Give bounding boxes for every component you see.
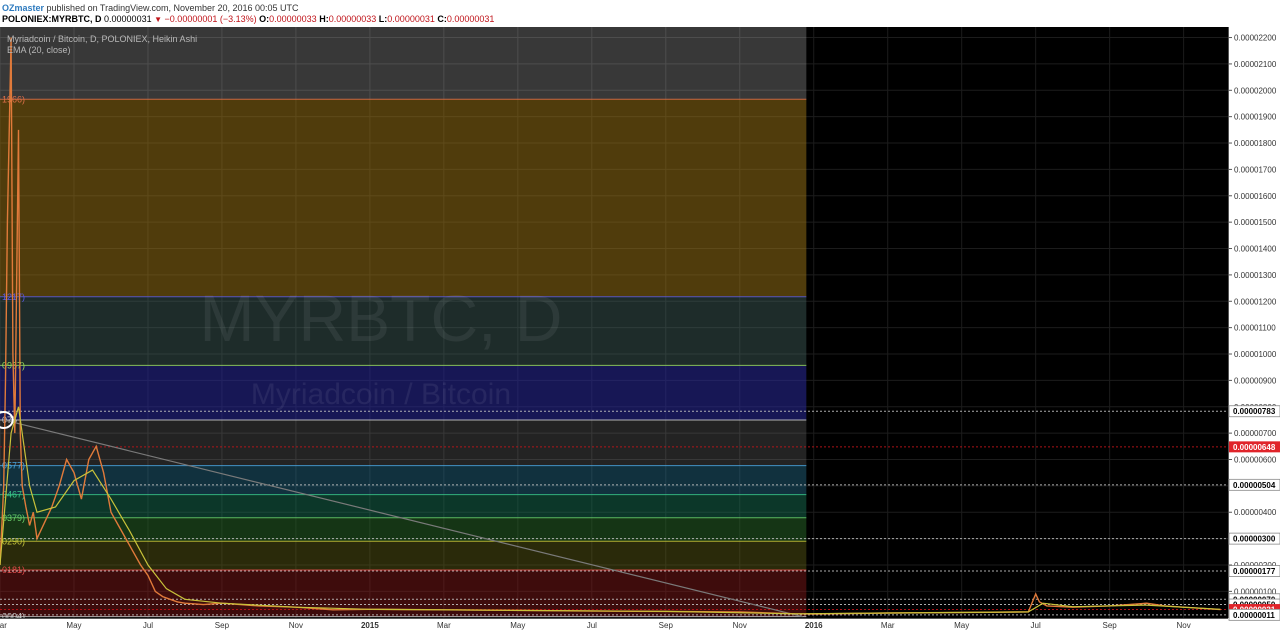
time-axis-tick-label: Sep: [1103, 621, 1118, 630]
legend-title[interactable]: Myriadcoin / Bitcoin, D, POLONIEX, Heiki…: [7, 34, 197, 45]
price-axis-tick-label: 0.00002000: [1234, 86, 1277, 95]
price-axis-tick-label: 0.00000900: [1234, 376, 1277, 385]
price-label-text: 0.00000648: [1233, 443, 1276, 452]
publish-info: published on TradingView.com, November 2…: [46, 3, 299, 13]
price-axis-tick-label: 0.00000400: [1234, 508, 1277, 517]
fib-level-label: 0290): [2, 536, 25, 546]
fib-level-label: 1966): [2, 94, 25, 104]
price-axis-tick-label: 0.00002100: [1234, 60, 1277, 69]
symbol-label: POLONIEX:MYRBTC, D: [2, 14, 102, 24]
fib-level-label: 0181): [2, 565, 25, 575]
time-axis-tick-label: 2015: [361, 621, 379, 630]
price-axis-tick-label: 0.00001200: [1234, 297, 1277, 306]
price-axis-tick-label: 0.00001000: [1234, 350, 1277, 359]
price-axis-tick-label: 0.00001100: [1234, 324, 1276, 333]
low-value: 0.00000031: [387, 14, 435, 24]
price-label-text: 0.00000011: [1233, 611, 1275, 620]
time-axis-tick-label: Sep: [659, 621, 674, 630]
time-axis-tick-label: Mar: [437, 621, 451, 630]
last-price: 0.00000031: [104, 14, 152, 24]
chart-header: OZmaster published on TradingView.com, N…: [0, 0, 1280, 27]
fib-zone: [0, 419, 807, 466]
time-axis-tick-label: May: [66, 621, 81, 630]
price-label-text: 0.00000300: [1233, 535, 1276, 544]
price-label-text: 0.00000504: [1233, 481, 1276, 490]
fib-zone: [0, 465, 807, 495]
time-axis-background: [0, 618, 1228, 631]
open-label: O:: [259, 14, 270, 24]
chart-legend: Myriadcoin / Bitcoin, D, POLONIEX, Heiki…: [7, 34, 197, 56]
time-axis-tick-label: May: [510, 621, 525, 630]
time-axis-tick-label: Nov: [1176, 621, 1190, 630]
price-axis-tick-label: 0.00001900: [1234, 113, 1277, 122]
price-axis-tick-label: 0.00000600: [1234, 456, 1277, 465]
time-axis-tick-label: Sep: [215, 621, 230, 630]
price-label-text: 0.00000783: [1233, 407, 1276, 416]
fib-zone: [0, 99, 807, 297]
time-axis-tick-label: Jul: [587, 621, 597, 630]
watermark-name: Myriadcoin / Bitcoin: [251, 378, 511, 411]
price-chart[interactable]: 1966)1217)0957)0750577)0467)0379)0290)01…: [0, 27, 1280, 631]
fib-zone: [0, 494, 807, 518]
ohlc-line: POLONIEX:MYRBTC, D 0.00000031 ▼ −0.00000…: [2, 13, 494, 26]
price-axis-tick-label: 0.00001800: [1234, 139, 1277, 148]
watermark-ticker: MYRBTC, D: [199, 281, 562, 355]
time-axis-tick-label: Mar: [0, 621, 7, 630]
close-label: C:: [437, 14, 447, 24]
fib-level-label: 0379): [2, 513, 25, 523]
high-value: 0.00000033: [328, 14, 377, 24]
fib-zone: [0, 541, 807, 571]
price-axis-tick-label: 0.00002200: [1234, 34, 1277, 43]
price-axis-tick-label: 0.00000700: [1234, 429, 1277, 438]
price-change: −0.00000001 (−3.13%): [164, 14, 257, 24]
time-axis-tick-label: Nov: [733, 621, 747, 630]
time-axis-tick-label: Jul: [143, 621, 153, 630]
price-label-text: 0.00000177: [1233, 567, 1276, 576]
close-value: 0.00000031: [446, 14, 495, 24]
author-link[interactable]: OZmaster: [2, 3, 44, 13]
price-axis-tick-label: 0.00001400: [1234, 245, 1277, 254]
price-axis-tick-label: 0.00001700: [1234, 165, 1277, 174]
chart-area[interactable]: 1966) 1217) 0957) 075 0577) 0467) 0379) 0290) 01…: [0, 27, 1280, 631]
price-axis-tick-label: 0.00001600: [1234, 192, 1277, 201]
fib-level-label: 1217): [2, 292, 25, 302]
high-label: H:: [319, 14, 329, 24]
time-axis-tick-label: May: [954, 621, 969, 630]
legend-indicator[interactable]: EMA (20, close): [7, 45, 197, 56]
time-axis-tick-label: Mar: [881, 621, 895, 630]
price-axis-tick-label: 0.00001300: [1234, 271, 1277, 280]
price-axis-tick-label: 0.00001500: [1234, 218, 1277, 227]
time-axis-tick-label: Nov: [289, 621, 303, 630]
time-axis-tick-label: Jul: [1031, 621, 1041, 630]
down-arrow-icon: ▼: [154, 15, 163, 24]
open-value: 0.00000033: [269, 14, 317, 24]
time-axis-tick-label: 2016: [805, 621, 823, 630]
